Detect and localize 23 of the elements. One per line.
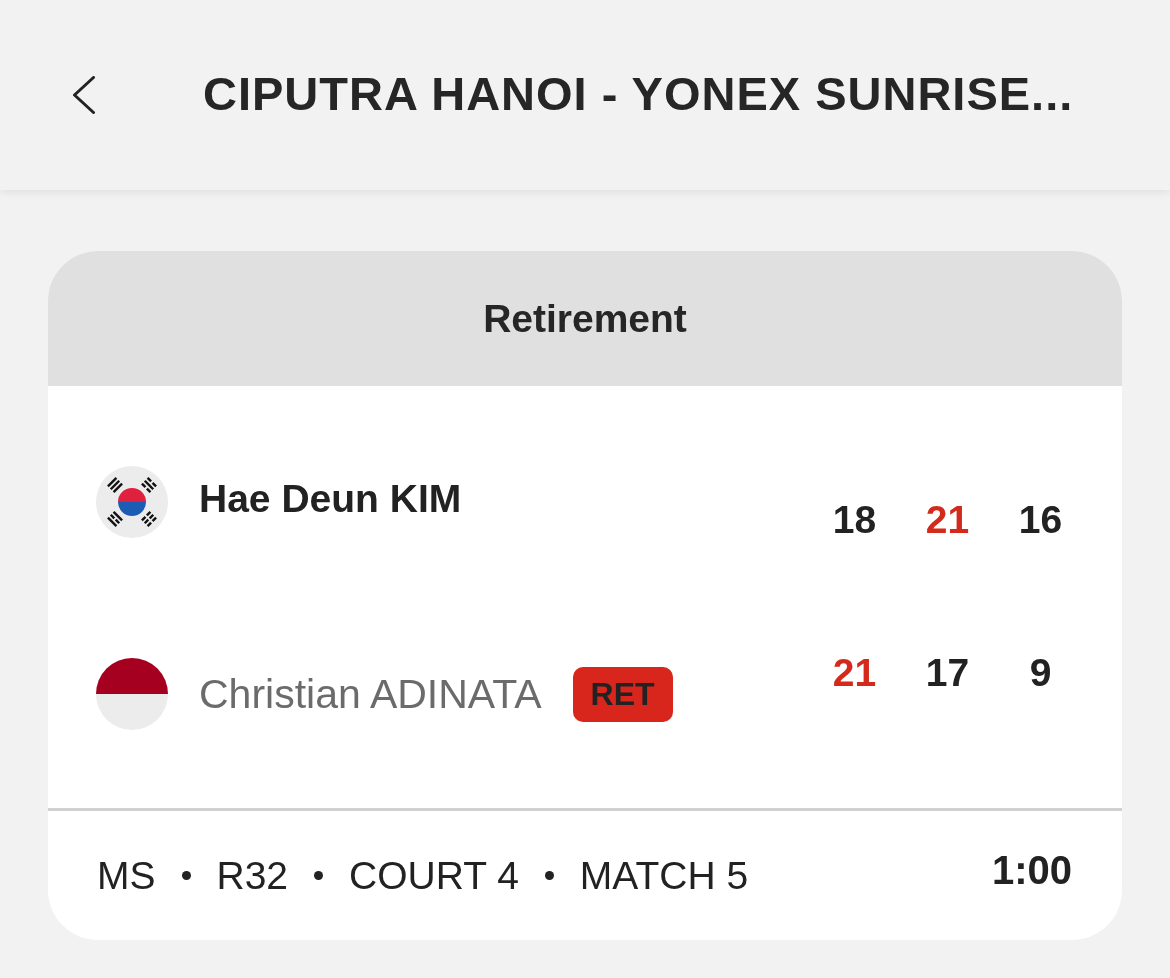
game-score: 21 [924,498,971,542]
bullet-icon [181,871,191,880]
game-score: 21 [831,651,878,695]
match-detail: COURT 4 [349,853,519,898]
match-detail: R32 [216,853,289,898]
bullet-icon [544,871,554,880]
bullet-icon [314,871,324,880]
game-score: 9 [1028,651,1053,695]
flag-icon [96,466,168,538]
page-title: CIPUTRA HANOI - YONEX SUNRISE... [203,65,1074,121]
game-score: 17 [924,651,971,695]
player-name: Hae Deun KIM [199,477,462,521]
retired-badge: RET [572,666,673,722]
match-status: Retirement [483,296,687,341]
player-name: Christian ADINATA [199,670,542,718]
flag-icon [96,658,168,730]
match-detail: MS [97,853,156,898]
match-detail: MATCH 5 [579,853,749,898]
back-button[interactable] [70,74,98,116]
match-duration: 1:00 [991,848,1072,893]
game-score: 16 [1017,498,1064,542]
chevron-left-icon [72,76,96,114]
game-score: 18 [831,498,878,542]
